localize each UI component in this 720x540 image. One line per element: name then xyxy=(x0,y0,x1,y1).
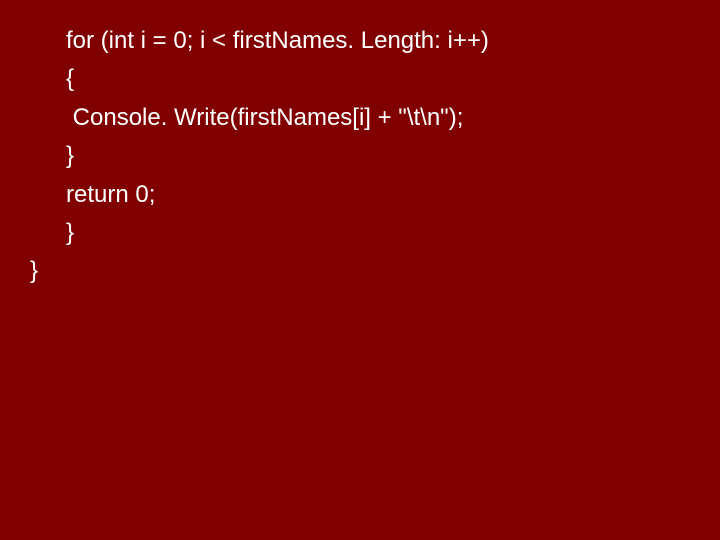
code-line: return 0; xyxy=(30,176,720,214)
code-line: } xyxy=(30,214,720,252)
code-line: } xyxy=(30,252,720,290)
code-slide: for (int i = 0; i < firstNames. Length: … xyxy=(0,0,720,540)
code-line: for (int i = 0; i < firstNames. Length: … xyxy=(30,22,720,60)
code-line: { xyxy=(30,60,720,98)
code-line: Console. Write(firstNames[i] + "\t\n"); xyxy=(30,99,720,137)
code-line: } xyxy=(30,137,720,175)
